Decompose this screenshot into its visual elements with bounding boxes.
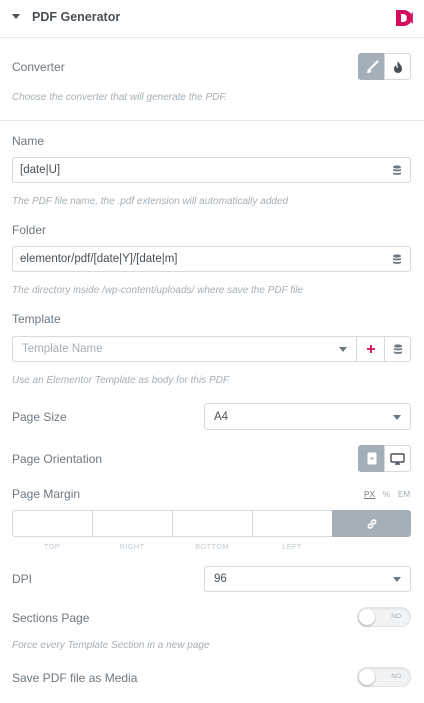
toggle-knob (359, 609, 375, 625)
name-label: Name (12, 134, 45, 148)
template-placeholder: Template Name (22, 343, 103, 355)
plus-icon (366, 345, 375, 353)
database-icon (393, 343, 402, 354)
unit-px[interactable]: PX (364, 490, 375, 499)
section-header[interactable]: PDF Generator (0, 0, 424, 38)
chevron-down-icon (339, 347, 347, 352)
page-orientation-label: Page Orientation (12, 452, 103, 466)
portrait-icon (367, 452, 376, 465)
toggle-state: NO (391, 673, 401, 680)
unit-em[interactable]: EM (398, 490, 411, 499)
divider (0, 120, 424, 121)
template-dynamic-tags-button[interactable] (384, 336, 411, 362)
chevron-down-icon (393, 414, 401, 420)
template-label: Template (12, 312, 61, 326)
toggle-knob (359, 669, 375, 685)
sections-page-toggle[interactable]: NO (357, 607, 411, 627)
dpi-label: DPI (12, 572, 33, 586)
sections-page-label: Sections Page (12, 611, 90, 625)
page-margin-label: Page Margin (12, 487, 81, 501)
page-size-label: Page Size (12, 410, 67, 424)
folder-dynamic-tags-button[interactable] (384, 246, 411, 272)
page-size-select[interactable]: A4 (204, 403, 411, 430)
database-icon (393, 164, 401, 175)
link-icon (367, 518, 376, 529)
folder-label: Folder (12, 223, 47, 237)
toggle-state: NO (391, 613, 401, 620)
name-help: The PDF file name, the .pdf extension wi… (12, 196, 289, 207)
orientation-landscape-button[interactable] (384, 445, 411, 472)
section-title: PDF Generator (32, 10, 121, 24)
margin-bottom-input[interactable] (172, 510, 252, 537)
dpi-select[interactable]: 96 (204, 566, 411, 592)
fire-icon (393, 60, 402, 73)
unit-percent[interactable]: % (383, 490, 390, 499)
template-help: Use an Elementor Template as body for th… (12, 375, 229, 386)
save-media-toggle[interactable]: NO (357, 667, 411, 687)
template-select[interactable]: Template Name (12, 336, 357, 362)
converter-help: Choose the converter that will generate … (12, 92, 227, 103)
page-size-value: A4 (214, 410, 229, 423)
margin-right-input[interactable] (92, 510, 172, 537)
database-icon (393, 253, 401, 264)
save-media-label: Save PDF file as Media (12, 671, 138, 685)
converter-option-2[interactable] (384, 53, 411, 80)
brush-icon (365, 59, 379, 73)
margin-units: PX % EM (364, 490, 410, 499)
add-template-button[interactable] (357, 336, 385, 362)
folder-input[interactable]: elementor/pdf/[date|Y]/[date|m] (12, 246, 385, 272)
landscape-icon (390, 452, 405, 465)
folder-help: The directory inside /wp-content/uploads… (12, 285, 304, 296)
margin-left-input[interactable] (252, 510, 332, 537)
name-input[interactable]: [date|U] (12, 157, 385, 183)
margin-bottom-label: BOTTOM (195, 542, 229, 551)
sections-page-help: Force every Template Section in a new pa… (12, 640, 210, 651)
chevron-down-icon (393, 577, 401, 582)
converter-label: Converter (12, 60, 65, 74)
margin-link-button[interactable] (332, 510, 411, 537)
converter-option-1[interactable] (358, 53, 385, 80)
caret-down-icon[interactable] (12, 14, 20, 19)
margin-left-label: LEFT (282, 542, 302, 551)
name-dynamic-tags-button[interactable] (384, 157, 411, 183)
orientation-portrait-button[interactable] (358, 445, 385, 472)
plugin-logo-icon (396, 10, 413, 26)
dpi-value: 96 (214, 573, 227, 585)
margin-top-input[interactable] (12, 510, 92, 537)
margin-top-label: TOP (43, 542, 61, 551)
margin-right-label: RIGHT (119, 542, 145, 551)
